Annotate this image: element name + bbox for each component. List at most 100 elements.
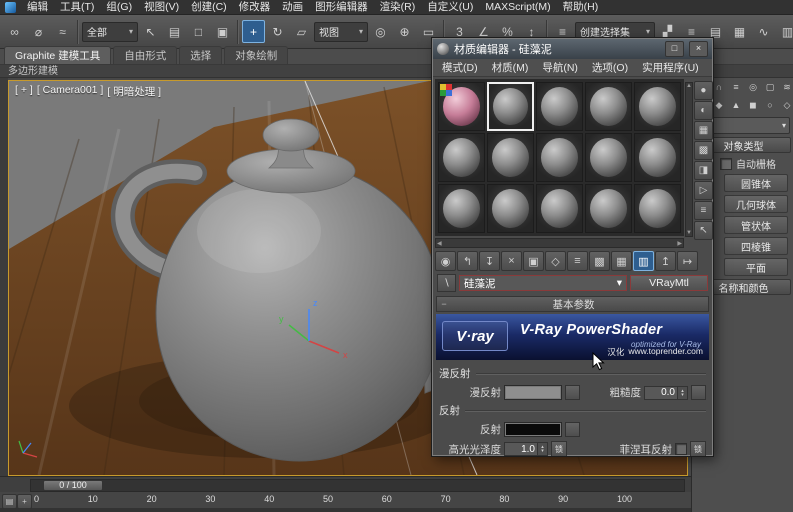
menu-options[interactable]: 选项(O) (585, 60, 635, 75)
spin-down-icon[interactable]: ▾ (681, 392, 684, 397)
menu-group[interactable]: 组(G) (100, 0, 138, 15)
material-name-field[interactable]: 硅藻泥 ▾ (459, 275, 627, 291)
material-sample-slot[interactable] (634, 82, 681, 131)
curve-editor-icon[interactable]: ∿ (752, 20, 775, 43)
material-sample-slot[interactable] (585, 133, 632, 182)
bind-spacewarp-icon[interactable]: ≈ (51, 20, 74, 43)
scroll-down-icon[interactable]: ▼ (686, 230, 692, 236)
get-material-icon[interactable]: ◉ (435, 251, 456, 271)
time-slider-track[interactable]: 0 / 100 (30, 479, 685, 492)
material-sample-slot[interactable] (438, 184, 485, 233)
menu-maxscript[interactable]: MAXScript(M) (479, 0, 556, 15)
material-sample-slot[interactable] (585, 184, 632, 233)
roughness-map-button[interactable] (691, 385, 706, 400)
rollout-collapse-icon[interactable]: − (437, 299, 451, 309)
material-sample-slot[interactable] (585, 82, 632, 131)
menu-edit[interactable]: 编辑 (21, 0, 54, 15)
material-sample-slot[interactable] (438, 133, 485, 182)
helpers-category-icon[interactable]: ○ (762, 97, 778, 113)
go-to-parent-icon[interactable]: ↥ (655, 251, 676, 271)
region-select-icon[interactable]: □ (187, 20, 210, 43)
menu-views[interactable]: 视图(V) (138, 0, 185, 15)
video-color-check-icon[interactable]: ◨ (693, 161, 713, 180)
use-pivot-center-icon[interactable]: ◎ (369, 20, 392, 43)
pick-material-eyedropper-icon[interactable]: ∖ (437, 274, 456, 292)
menu-navigation[interactable]: 导航(N) (535, 60, 585, 75)
lights-category-icon[interactable]: ▲ (728, 97, 744, 113)
sample-uv-tiling-icon[interactable]: ▩ (693, 141, 713, 160)
material-sample-slot[interactable] (438, 82, 485, 131)
material-sample-slot[interactable] (634, 133, 681, 182)
material-type-button[interactable]: VRayMtl (630, 275, 708, 291)
put-to-scene-icon[interactable]: ↰ (457, 251, 478, 271)
selection-filter-dropdown[interactable]: 全部 ▾ (82, 21, 138, 42)
close-window-button[interactable]: × (689, 41, 708, 57)
modify-tab-icon[interactable]: ∩ (711, 79, 727, 95)
select-scale-icon[interactable]: ▱ (290, 20, 313, 43)
make-unique-icon[interactable]: ◇ (545, 251, 566, 271)
add-time-tag-icon[interactable]: + (17, 494, 32, 509)
hilight-glossiness-spinner[interactable]: 1.0 ▴ ▾ (504, 442, 548, 456)
tab-selection[interactable]: 选择 (179, 46, 223, 64)
unlink-icon[interactable]: ⌀ (27, 20, 50, 43)
select-by-name-icon[interactable]: ▤ (163, 20, 186, 43)
track-bar[interactable]: 0 10 20 30 40 50 60 70 80 90 100 ▤ + (0, 492, 691, 512)
select-manipulate-icon[interactable]: ⊕ (393, 20, 416, 43)
material-sample-slot[interactable] (487, 184, 534, 233)
sample-type-icon[interactable]: ● (693, 81, 713, 100)
viewport-plus-menu[interactable]: [ + ] (15, 84, 33, 99)
spacewarps-category-icon[interactable]: ◇ (779, 97, 793, 113)
hierarchy-tab-icon[interactable]: ≡ (728, 79, 744, 95)
material-editor-titlebar[interactable]: 材质编辑器 - 硅藻泥 □ × (433, 39, 712, 59)
utilities-tab-icon[interactable]: ≋ (779, 79, 793, 95)
make-preview-icon[interactable]: ▷ (693, 181, 713, 200)
options-icon[interactable]: ≡ (693, 201, 713, 220)
menu-modes[interactable]: 模式(D) (435, 60, 485, 75)
ribbon-toggle-icon[interactable]: ▦ (728, 20, 751, 43)
window-crossing-icon[interactable]: ▣ (211, 20, 234, 43)
banner-site-link[interactable]: www.toprender.com (628, 346, 703, 358)
show-map-in-viewport-icon[interactable]: ▥ (633, 251, 654, 271)
scroll-right-icon[interactable]: ▶ (677, 240, 682, 247)
reflection-map-button[interactable] (565, 422, 580, 437)
reset-map-icon[interactable]: × (501, 251, 522, 271)
basic-parameters-rollout[interactable]: − 基本参数 (436, 296, 709, 312)
select-link-icon[interactable]: ∞ (3, 20, 26, 43)
slots-vertical-scrollbar[interactable]: ▲ ▼ (685, 82, 693, 237)
hilight-lock-button[interactable]: 锁 (551, 441, 567, 457)
show-background-icon[interactable]: ▦ (611, 251, 632, 271)
autogrid-checkbox[interactable] (720, 157, 732, 170)
select-rotate-icon[interactable]: ↻ (266, 20, 289, 43)
geosphere-button[interactable]: 几何球体 (724, 195, 788, 213)
menu-utilities[interactable]: 实用程序(U) (635, 60, 706, 75)
roughness-spinner[interactable]: 0.0 ▴ ▾ (644, 385, 688, 400)
menu-customize[interactable]: 自定义(U) (421, 0, 479, 15)
slots-horizontal-scrollbar[interactable]: ◀ ▶ (435, 238, 684, 248)
make-copy-icon[interactable]: ▣ (523, 251, 544, 271)
select-by-material-icon[interactable]: ↖ (693, 221, 713, 240)
menu-rendering[interactable]: 渲染(R) (374, 0, 422, 15)
backlight-icon[interactable]: ◐ (693, 101, 713, 120)
display-tab-icon[interactable]: ▢ (762, 79, 778, 95)
cone-button[interactable]: 圆锥体 (724, 174, 788, 192)
spin-down-icon[interactable]: ▾ (541, 449, 544, 454)
background-icon[interactable]: ▦ (693, 121, 713, 140)
menu-animation[interactable]: 动画 (276, 0, 309, 15)
tab-object-paint[interactable]: 对象绘制 (224, 46, 289, 64)
go-to-sibling-icon[interactable]: ↦ (677, 251, 698, 271)
mini-trackview-icon[interactable]: ▤ (2, 494, 17, 509)
shapes-category-icon[interactable]: ◆ (711, 97, 727, 113)
schematic-view-icon[interactable]: ▥ (776, 20, 793, 43)
put-to-library-icon[interactable]: ≡ (567, 251, 588, 271)
motion-tab-icon[interactable]: ◎ (745, 79, 761, 95)
app-logo-icon[interactable] (5, 1, 16, 13)
plane-button[interactable]: 平面 (724, 258, 788, 276)
restore-window-button[interactable]: □ (665, 41, 684, 57)
menu-help[interactable]: 帮助(H) (557, 0, 605, 15)
material-sample-slot-selected[interactable] (487, 82, 534, 131)
viewport-camera-menu[interactable]: [ Camera001 ] (37, 84, 104, 99)
fresnel-lock-button[interactable]: 锁 (690, 441, 706, 457)
pyramid-button[interactable]: 四棱锥 (724, 237, 788, 255)
menu-create[interactable]: 创建(C) (185, 0, 233, 15)
material-sample-slot[interactable] (536, 82, 583, 131)
